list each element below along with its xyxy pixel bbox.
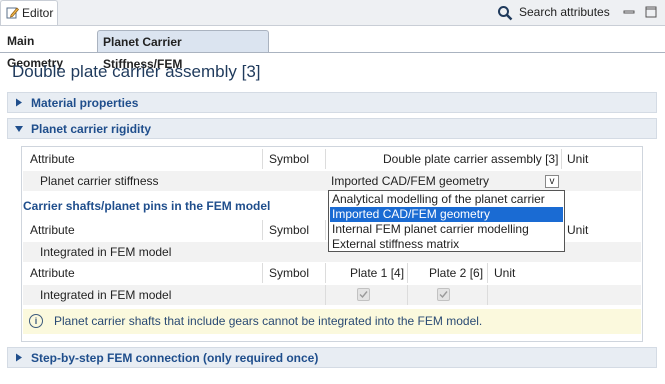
header-attribute: Attribute xyxy=(30,152,75,166)
section-step-by-step-fem[interactable]: Step-by-step FEM connection (only requir… xyxy=(7,347,657,368)
info-text: Planet carrier shafts that include gears… xyxy=(54,314,483,328)
plate1-integrated-checkbox[interactable] xyxy=(357,288,370,301)
section-label: Material properties xyxy=(31,96,139,110)
row-label: Integrated in FEM model xyxy=(40,288,172,302)
row-label: Integrated in FEM model xyxy=(40,245,172,259)
section-planet-carrier-rigidity[interactable]: Planet carrier rigidity xyxy=(7,118,657,139)
dropdown-option-selected[interactable]: Imported CAD/FEM geometry xyxy=(330,207,563,222)
subsection-title: Carrier shafts/planet pins in the FEM mo… xyxy=(23,199,271,213)
header-plate2: Plate 2 [6] xyxy=(429,266,484,280)
header-plate1: Plate 1 [4] xyxy=(350,266,405,280)
chevron-right-icon xyxy=(16,353,22,362)
edit-icon xyxy=(6,7,19,19)
header-symbol: Symbol xyxy=(269,223,310,237)
header-value: Double plate carrier assembly [3] xyxy=(383,152,559,166)
tab-planet-carrier-stiffness[interactable]: Planet Carrier Stiffness/FEM xyxy=(97,30,269,71)
info-message: i Planet carrier shafts that include gea… xyxy=(23,309,641,334)
dropdown-option[interactable]: External stiffness matrix xyxy=(330,237,563,252)
header-unit: Unit xyxy=(494,266,516,280)
minimize-icon[interactable] xyxy=(623,6,635,18)
dropdown-option[interactable]: Internal FEM planet carrier modelling xyxy=(330,222,563,237)
header-symbol: Symbol xyxy=(269,266,310,280)
search-label: Search attributes xyxy=(519,5,610,19)
section-label: Planet carrier rigidity xyxy=(31,122,152,136)
header-unit: Unit xyxy=(567,152,589,166)
table3-header-row: Attribute Symbol Plate 1 [4] Plate 2 [6]… xyxy=(23,263,641,283)
search-attributes-button[interactable]: Search attributes xyxy=(497,4,612,22)
section-material-properties[interactable]: Material properties xyxy=(7,92,657,113)
section-label: Step-by-step FEM connection (only requir… xyxy=(31,351,319,365)
page-title: Double plate carrier assembly [3] xyxy=(12,62,261,81)
view-tab-label: Editor xyxy=(22,6,54,20)
editor-tab-strip: Main Geometry Planet Carrier Stiffness/F… xyxy=(0,30,665,71)
dropdown-toggle-button[interactable]: v xyxy=(545,175,559,188)
stiffness-dropdown-list[interactable]: Analytical modelling of the planet carri… xyxy=(328,190,565,252)
chevron-right-icon xyxy=(16,98,22,107)
header-unit: Unit xyxy=(567,223,589,237)
table1-header-row: Attribute Symbol Double plate carrier as… xyxy=(23,149,641,169)
tab-main-geometry[interactable]: Main Geometry xyxy=(2,30,97,70)
chevron-down-icon xyxy=(15,126,23,132)
dropdown-option[interactable]: Analytical modelling of the planet carri… xyxy=(330,192,563,207)
maximize-icon[interactable] xyxy=(645,6,657,18)
table-row: Integrated in FEM model xyxy=(23,285,641,305)
header-attribute: Attribute xyxy=(30,223,75,237)
row-label: Planet carrier stiffness xyxy=(40,174,159,188)
header-symbol: Symbol xyxy=(269,152,310,166)
plate2-integrated-checkbox[interactable] xyxy=(437,288,450,301)
header-attribute: Attribute xyxy=(30,266,75,280)
info-icon: i xyxy=(29,314,43,328)
view-tab-editor[interactable]: Editor xyxy=(0,0,58,25)
search-icon xyxy=(498,6,513,21)
planet-carrier-stiffness-value[interactable]: Imported CAD/FEM geometry xyxy=(331,174,489,188)
